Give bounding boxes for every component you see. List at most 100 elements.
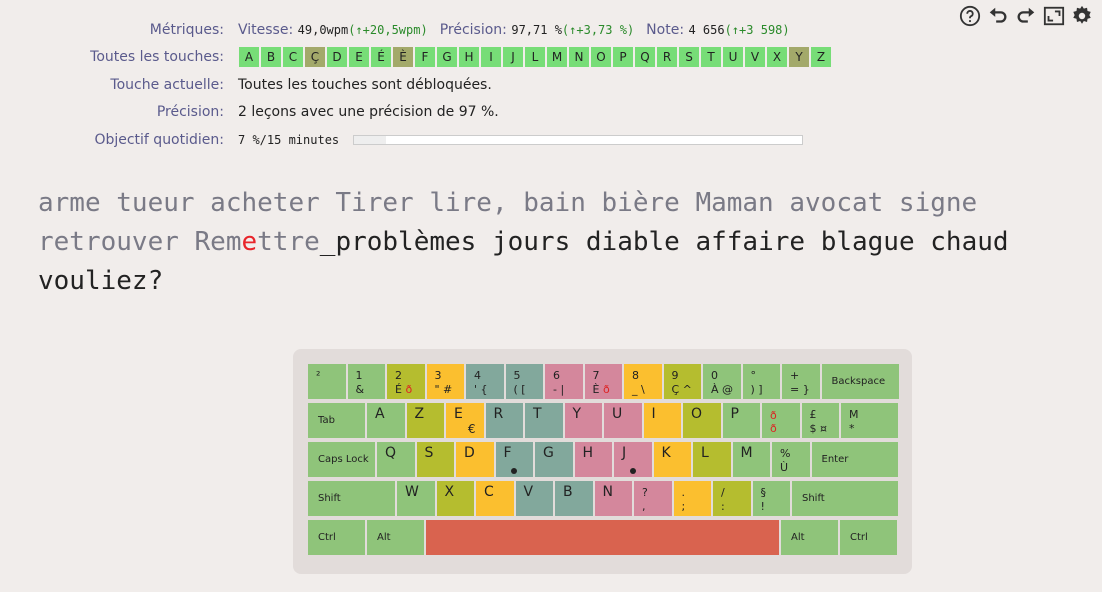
letter-I[interactable]: I xyxy=(480,46,502,69)
letter-T[interactable]: T xyxy=(700,46,722,69)
letter-E[interactable]: E xyxy=(348,46,370,69)
key-row5-0[interactable]: Ctrl xyxy=(307,519,366,556)
key-row2-12[interactable]: £ $ ¤ xyxy=(800,402,840,439)
key-row2-13[interactable]: M * xyxy=(840,402,899,439)
key-row3-0[interactable]: Caps Lock xyxy=(307,441,376,478)
letter-M[interactable]: M xyxy=(546,46,568,69)
key-row5-3[interactable]: Alt xyxy=(780,519,839,556)
key-row2-2[interactable]: Z xyxy=(405,402,445,439)
letter-Z[interactable]: Z xyxy=(810,46,832,69)
key-row1-2[interactable]: 2É ð xyxy=(386,363,426,400)
key-row1-13[interactable]: Backspace xyxy=(820,363,900,400)
key-row4-10[interactable]: §! xyxy=(751,480,791,517)
key-row1-1[interactable]: 1 & xyxy=(346,363,386,400)
letter-C[interactable]: C xyxy=(282,46,304,69)
key-row4-11[interactable]: Shift xyxy=(791,480,899,517)
letter-F[interactable]: F xyxy=(414,46,436,69)
key-row2-4[interactable]: R xyxy=(484,402,524,439)
key-row1-12[interactable]: + = } xyxy=(781,363,821,400)
letter-S[interactable]: S xyxy=(678,46,700,69)
letter-Q[interactable]: Q xyxy=(634,46,656,69)
letter-O[interactable]: O xyxy=(590,46,612,69)
key-row2-3[interactable]: E € xyxy=(445,402,485,439)
key-label: Shift xyxy=(802,493,825,504)
key-row4-9[interactable]: /: xyxy=(712,480,752,517)
key-row1-4[interactable]: 4 ' { xyxy=(465,363,505,400)
key-row3-7[interactable]: J xyxy=(613,441,653,478)
key-row3-3[interactable]: D xyxy=(455,441,495,478)
home-row-bump xyxy=(511,468,518,474)
key-label: S xyxy=(424,445,434,461)
key-label: V xyxy=(523,484,534,500)
key-row4-2[interactable]: X xyxy=(435,480,475,517)
current-key-row: Touche actuelle: Toutes les touches sont… xyxy=(0,71,1102,99)
key-row2-5[interactable]: T xyxy=(524,402,564,439)
key-row2-8[interactable]: I xyxy=(642,402,682,439)
key-row1-7[interactable]: 7È ð xyxy=(583,363,623,400)
key-row3-11[interactable]: % Ù xyxy=(771,441,811,478)
letter-V[interactable]: V xyxy=(744,46,766,69)
letter-X[interactable]: X xyxy=(766,46,788,69)
key-row4-3[interactable]: C xyxy=(475,480,515,517)
letter-Y[interactable]: Y xyxy=(788,46,810,69)
letter-P[interactable]: P xyxy=(612,46,634,69)
key-row4-7[interactable]: ?, xyxy=(633,480,673,517)
key-row3-2[interactable]: S xyxy=(415,441,455,478)
key-row3-5[interactable]: G xyxy=(534,441,574,478)
key-row1-10[interactable]: 0À @ xyxy=(702,363,742,400)
pending-text: vouliez? xyxy=(38,266,164,296)
key-row2-9[interactable]: O xyxy=(682,402,722,439)
key-row5-1[interactable]: Alt xyxy=(366,519,425,556)
letter-H[interactable]: H xyxy=(458,46,480,69)
letter-D[interactable]: D xyxy=(326,46,348,69)
key-row3-4[interactable]: F xyxy=(494,441,534,478)
key-row1-0[interactable]: ² xyxy=(307,363,347,400)
key-label: £ xyxy=(809,408,817,421)
key-row4-6[interactable]: N xyxy=(593,480,633,517)
letter-È[interactable]: È xyxy=(392,46,414,69)
letter-Ç[interactable]: Ç xyxy=(304,46,326,69)
key-row3-9[interactable]: L xyxy=(692,441,732,478)
key-row1-11[interactable]: °) ] xyxy=(741,363,781,400)
key-row1-3[interactable]: 3 " # xyxy=(425,363,465,400)
key-label: N xyxy=(602,484,613,500)
spacebar[interactable] xyxy=(425,519,780,556)
letter-N[interactable]: N xyxy=(568,46,590,69)
key-label: B xyxy=(563,484,573,500)
key-row2-6[interactable]: Y xyxy=(563,402,603,439)
typing-text[interactable]: arme tueur acheter Tirer lire, bain bièr… xyxy=(38,184,1078,301)
key-row2-1[interactable]: A xyxy=(366,402,406,439)
letter-A[interactable]: A xyxy=(238,46,260,69)
key-row3-10[interactable]: M xyxy=(731,441,771,478)
key-row4-0[interactable]: Shift xyxy=(307,480,396,517)
key-row4-1[interactable]: W xyxy=(396,480,436,517)
key-row2-10[interactable]: P xyxy=(721,402,761,439)
key-row2-0[interactable]: Tab xyxy=(307,402,366,439)
letter-L[interactable]: L xyxy=(524,46,546,69)
key-row2-11[interactable]: ðð xyxy=(761,402,801,439)
key-row4-8[interactable]: .; xyxy=(672,480,712,517)
key-row1-6[interactable]: 6- | xyxy=(544,363,584,400)
letter-É[interactable]: É xyxy=(370,46,392,69)
key-row4-5[interactable]: B xyxy=(554,480,594,517)
key-row5-4[interactable]: Ctrl xyxy=(839,519,898,556)
typed-text: ttre xyxy=(257,227,320,257)
letter-B[interactable]: B xyxy=(260,46,282,69)
key-row1-5[interactable]: 5( [ xyxy=(504,363,544,400)
key-row1-8[interactable]: 8 _ \ xyxy=(623,363,663,400)
dead-key-symbol: ð xyxy=(602,383,610,396)
letter-R[interactable]: R xyxy=(656,46,678,69)
typed-text: arme tueur acheter Tirer lire, bain bièr… xyxy=(38,188,978,218)
letter-U[interactable]: U xyxy=(722,46,744,69)
key-row3-1[interactable]: Q xyxy=(376,441,416,478)
key-label: 7 xyxy=(592,369,600,382)
letter-J[interactable]: J xyxy=(502,46,524,69)
letter-G[interactable]: G xyxy=(436,46,458,69)
accuracy-row: Précision: 2 leçons avec une précision d… xyxy=(0,99,1102,127)
key-row2-7[interactable]: U xyxy=(603,402,643,439)
key-row3-8[interactable]: K xyxy=(652,441,692,478)
key-row3-12[interactable]: Enter xyxy=(810,441,899,478)
key-row1-9[interactable]: 9Ç ^ xyxy=(662,363,702,400)
key-row3-6[interactable]: H xyxy=(573,441,613,478)
key-row4-4[interactable]: V xyxy=(514,480,554,517)
